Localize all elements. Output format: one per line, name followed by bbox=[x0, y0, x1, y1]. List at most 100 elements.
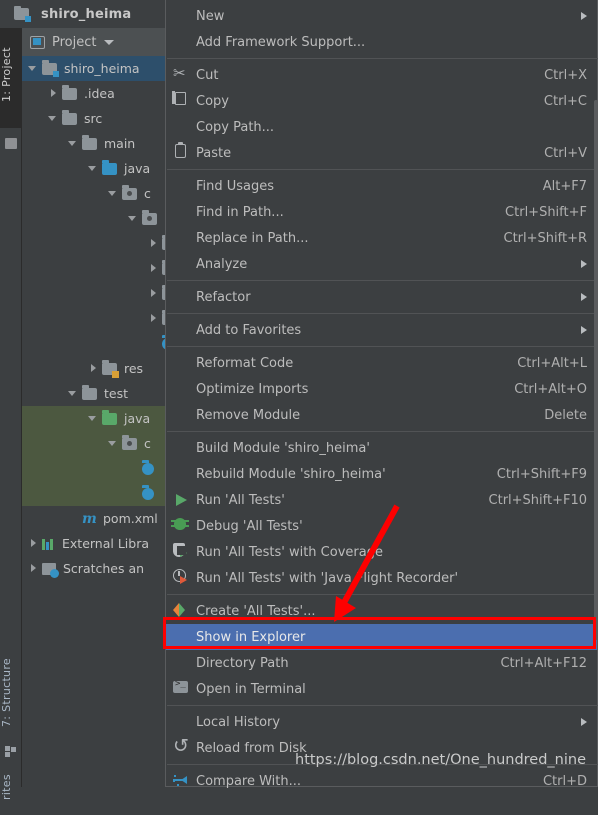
tree-item-c[interactable]: c bbox=[22, 181, 180, 206]
menu-item-cut[interactable]: Cut Ctrl+X bbox=[166, 62, 597, 88]
menu-item-create-all-tests[interactable]: Create 'All Tests'... bbox=[166, 598, 597, 624]
tree-item-c[interactable]: c bbox=[22, 431, 180, 456]
chevron-down-icon[interactable] bbox=[104, 39, 115, 45]
chevron-right-icon[interactable] bbox=[148, 263, 160, 275]
menu-item-debug-all-tests[interactable]: Debug 'All Tests' bbox=[166, 513, 597, 539]
tree-item[interactable] bbox=[22, 231, 180, 256]
chevron-down-icon[interactable] bbox=[108, 188, 120, 200]
menu-item-label: Reload from Disk bbox=[196, 740, 307, 756]
tree-item[interactable] bbox=[22, 206, 180, 231]
tree-item-idea[interactable]: .idea bbox=[22, 81, 180, 106]
tree-item-java[interactable]: java bbox=[22, 156, 180, 181]
project-panel-header[interactable]: Project bbox=[22, 28, 180, 56]
chevron-right-icon[interactable] bbox=[148, 288, 160, 300]
sidebar-tab-structure[interactable]: 7: Structure bbox=[0, 648, 22, 744]
menu-item-analyze[interactable]: Analyze bbox=[166, 251, 597, 277]
menu-item-run-all-tests[interactable]: Run 'All Tests' Ctrl+Shift+F10 bbox=[166, 487, 597, 513]
tree-item-label: External Libra bbox=[62, 536, 150, 551]
menu-item-label: Copy Path... bbox=[196, 119, 275, 135]
chevron-down-icon[interactable] bbox=[88, 163, 100, 175]
menu-item-label: Local History bbox=[196, 714, 281, 730]
menu-item-replace-in-path[interactable]: Replace in Path... Ctrl+Shift+R bbox=[166, 225, 597, 251]
chevron-right-icon[interactable] bbox=[581, 293, 587, 301]
sidebar-tab-favorites[interactable]: rites bbox=[0, 763, 22, 815]
tree-item[interactable] bbox=[22, 331, 180, 356]
menu-item-local-history[interactable]: Local History bbox=[166, 709, 597, 735]
tree-item[interactable] bbox=[22, 306, 180, 331]
menu-separator bbox=[167, 431, 598, 432]
chevron-down-icon[interactable] bbox=[48, 113, 60, 125]
chevron-down-icon[interactable] bbox=[88, 413, 100, 425]
menu-item-compare-with[interactable]: Compare With... Ctrl+D bbox=[166, 768, 597, 794]
menu-item-optimize-imports[interactable]: Optimize Imports Ctrl+Alt+O bbox=[166, 376, 597, 402]
chevron-right-icon[interactable] bbox=[148, 238, 160, 250]
tree-item-src[interactable]: src bbox=[22, 106, 180, 131]
chevron-down-icon[interactable] bbox=[68, 388, 80, 400]
tree-item-external-libra[interactable]: External Libra bbox=[22, 531, 180, 556]
project-tree[interactable]: shiro_heima .idea src main java c res test java c… bbox=[22, 56, 180, 787]
chevron-right-icon[interactable] bbox=[581, 718, 587, 726]
tree-item[interactable] bbox=[22, 456, 180, 481]
menu-item-rebuild-module-shiro-heima[interactable]: Rebuild Module 'shiro_heima' Ctrl+Shift+F… bbox=[166, 461, 597, 487]
menu-item-label: Debug 'All Tests' bbox=[196, 518, 303, 534]
menu-item-label: Run 'All Tests' bbox=[196, 492, 285, 508]
resource-folder-icon bbox=[102, 360, 119, 378]
chevron-down-icon[interactable] bbox=[128, 213, 140, 225]
menu-item-copy-path[interactable]: Copy Path... bbox=[166, 114, 597, 140]
chevron-right-icon[interactable] bbox=[581, 260, 587, 268]
menu-item-shortcut: Ctrl+D bbox=[542, 773, 587, 789]
tree-item-scratches-an[interactable]: Scratches an bbox=[22, 556, 180, 581]
source-folder-icon bbox=[102, 160, 117, 175]
menu-icon-slot bbox=[170, 175, 192, 197]
menu-item-label: Optimize Imports bbox=[196, 381, 309, 397]
menu-item-copy[interactable]: Copy Ctrl+C bbox=[166, 88, 597, 114]
menu-item-reformat-code[interactable]: Reformat Code Ctrl+Alt+L bbox=[166, 350, 597, 376]
menu-item-add-framework-support[interactable]: Add Framework Support... bbox=[166, 29, 597, 55]
context-menu[interactable]: New Add Framework Support... Cut Ctrl+X Copy… bbox=[165, 0, 598, 789]
chevron-right-icon[interactable] bbox=[28, 538, 40, 550]
menu-item-label: Directory Path bbox=[196, 655, 289, 671]
menu-scrollbar[interactable] bbox=[594, 100, 598, 640]
tree-item-main[interactable]: main bbox=[22, 131, 180, 156]
tree-item-res[interactable]: res bbox=[22, 356, 180, 381]
menu-item-open-in-terminal[interactable]: Open in Terminal bbox=[166, 676, 597, 702]
menu-icon-slot bbox=[170, 463, 192, 485]
reload-icon bbox=[173, 735, 189, 757]
tree-item-java[interactable]: java bbox=[22, 406, 180, 431]
menu-item-build-module-shiro-heima[interactable]: Build Module 'shiro_heima' bbox=[166, 435, 597, 461]
chevron-right-icon[interactable] bbox=[581, 12, 587, 20]
chevron-down-icon[interactable] bbox=[68, 138, 80, 150]
menu-item-refactor[interactable]: Refactor bbox=[166, 284, 597, 310]
chevron-right-icon[interactable] bbox=[48, 88, 60, 100]
sidebar-tab-project[interactable]: 1: Project bbox=[0, 28, 22, 128]
chevron-down-icon[interactable] bbox=[28, 63, 40, 75]
menu-item-run-all-tests-with-coverage[interactable]: Run 'All Tests' with Coverage bbox=[166, 539, 597, 565]
tree-item-label: main bbox=[104, 136, 136, 151]
chevron-right-icon[interactable] bbox=[581, 326, 587, 334]
menu-item-shortcut: Delete bbox=[544, 407, 587, 423]
menu-item-paste[interactable]: Paste Ctrl+V bbox=[166, 140, 597, 166]
menu-item-find-usages[interactable]: Find Usages Alt+F7 bbox=[166, 173, 597, 199]
tree-item-pom-xml[interactable]: m pom.xml bbox=[22, 506, 180, 531]
menu-separator bbox=[167, 594, 598, 595]
chevron-right-icon[interactable] bbox=[88, 363, 100, 375]
chevron-down-icon[interactable] bbox=[108, 438, 120, 450]
chevron-right-icon[interactable] bbox=[148, 313, 160, 325]
menu-item-show-in-explorer[interactable]: Show in Explorer bbox=[166, 624, 597, 650]
tree-item[interactable] bbox=[22, 481, 180, 506]
menu-item-shortcut: Ctrl+Shift+F10 bbox=[488, 492, 587, 508]
tree-item-test[interactable]: test bbox=[22, 381, 180, 406]
tree-item-shiro-heima[interactable]: shiro_heima bbox=[22, 56, 180, 81]
maven-icon: m bbox=[82, 510, 97, 527]
menu-item-new[interactable]: New bbox=[166, 3, 597, 29]
menu-item-add-to-favorites[interactable]: Add to Favorites bbox=[166, 317, 597, 343]
tree-item[interactable] bbox=[22, 256, 180, 281]
menu-item-run-all-tests-with-java-flight-recorder[interactable]: Run 'All Tests' with 'Java Flight Record… bbox=[166, 565, 597, 591]
menu-item-remove-module[interactable]: Remove Module Delete bbox=[166, 402, 597, 428]
menu-item-find-in-path[interactable]: Find in Path... Ctrl+Shift+F bbox=[166, 199, 597, 225]
class-icon bbox=[142, 485, 154, 500]
menu-item-directory-path[interactable]: Directory Path Ctrl+Alt+F12 bbox=[166, 650, 597, 676]
chevron-right-icon[interactable] bbox=[28, 563, 40, 575]
tree-item[interactable] bbox=[22, 281, 180, 306]
